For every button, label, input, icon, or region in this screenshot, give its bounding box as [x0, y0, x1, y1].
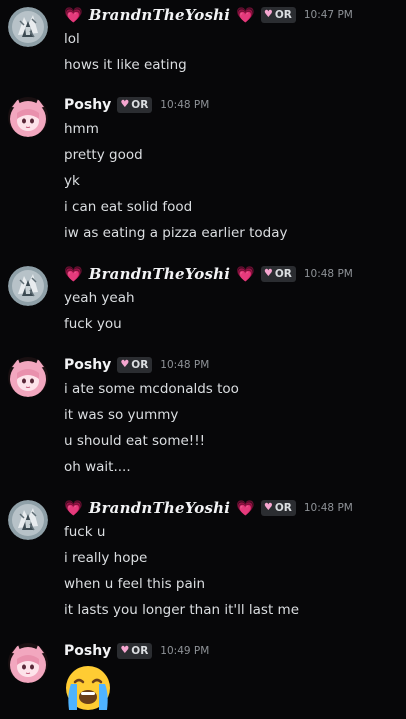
timestamp: 10:48 PM	[303, 268, 353, 280]
username[interactable]: BrandnTheYoshi	[89, 265, 230, 283]
avatar-brandnthyoshi[interactable]	[8, 266, 48, 306]
message-header: 💗 BrandnTheYoshi 💗 ♥ OR 10:48 PM	[64, 498, 353, 518]
message-header: 💗 BrandnTheYoshi 💗 ♥ OR 10:48 PM	[64, 264, 353, 284]
message-text: pretty good	[64, 147, 143, 163]
server-tag-label: OR	[274, 9, 292, 21]
avatar-poshy[interactable]	[8, 97, 48, 137]
message-text: yk	[64, 173, 80, 189]
avatar-poshy[interactable]	[8, 643, 48, 683]
message-text: it was so yummy	[64, 407, 179, 423]
message-text: lol	[64, 31, 80, 47]
message-text: it lasts you longer than it'll last me	[64, 602, 300, 618]
message-text: oh wait....	[64, 459, 131, 475]
username[interactable]: Poshy	[64, 97, 111, 113]
heart-tag-icon: ♥	[120, 645, 130, 656]
message-header: Poshy ♥ OR 10:48 PM	[64, 355, 209, 375]
heart-tag-icon: ♥	[263, 502, 273, 513]
growing-heart-icon: 💗	[236, 264, 255, 283]
timestamp: 10:49 PM	[160, 645, 210, 657]
message-text: when u feel this pain	[64, 576, 206, 592]
growing-heart-icon: 💗	[64, 498, 83, 517]
message-text: i can eat solid food	[64, 199, 193, 215]
message-text: iw as eating a pizza earlier today	[64, 225, 288, 241]
message-text: hmm	[64, 121, 99, 137]
server-tag-label: OR	[131, 99, 149, 111]
growing-heart-icon: 💗	[236, 5, 255, 24]
message-text: i really hope	[64, 550, 148, 566]
server-tag-label: OR	[131, 359, 149, 371]
message-text: fuck you	[64, 316, 122, 332]
avatar-poshy[interactable]	[8, 357, 48, 397]
message-text: hows it like eating	[64, 57, 187, 73]
message-header: 💗 BrandnTheYoshi 💗 ♥ OR 10:47 PM	[64, 5, 353, 25]
timestamp: 10:48 PM	[160, 99, 210, 111]
server-tag[interactable]: ♥ OR	[260, 500, 296, 516]
server-tag[interactable]: ♥ OR	[260, 266, 296, 282]
message-header: Poshy ♥ OR 10:48 PM	[64, 95, 209, 115]
username[interactable]: BrandnTheYoshi	[89, 499, 230, 517]
username[interactable]: BrandnTheYoshi	[89, 6, 230, 24]
timestamp: 10:48 PM	[303, 502, 353, 514]
timestamp: 10:47 PM	[303, 9, 353, 21]
server-tag-label: OR	[131, 645, 149, 657]
heart-tag-icon: ♥	[120, 359, 130, 370]
server-tag-label: OR	[274, 268, 292, 280]
message-text: yeah yeah	[64, 290, 135, 306]
heart-tag-icon: ♥	[263, 9, 273, 20]
server-tag[interactable]: ♥ OR	[260, 7, 296, 23]
message-header: Poshy ♥ OR 10:49 PM	[64, 641, 209, 661]
growing-heart-icon: 💗	[64, 264, 83, 283]
avatar-brandnthyoshi[interactable]	[8, 500, 48, 540]
message-text: u should eat some!!!	[64, 433, 206, 449]
message-text: fuck u	[64, 524, 106, 540]
avatar-brandnthyoshi[interactable]	[8, 7, 48, 47]
growing-heart-icon: 💗	[236, 498, 255, 517]
server-tag[interactable]: ♥ OR	[117, 357, 153, 373]
server-tag[interactable]: ♥ OR	[117, 97, 153, 113]
server-tag-label: OR	[274, 502, 292, 514]
growing-heart-icon: 💗	[64, 5, 83, 24]
loudly-crying-face-icon	[63, 664, 113, 714]
server-tag[interactable]: ♥ OR	[117, 643, 153, 659]
message-text: i ate some mcdonalds too	[64, 381, 239, 397]
username[interactable]: Poshy	[64, 643, 111, 659]
timestamp: 10:48 PM	[160, 359, 210, 371]
heart-tag-icon: ♥	[263, 268, 273, 279]
username[interactable]: Poshy	[64, 357, 111, 373]
heart-tag-icon: ♥	[120, 99, 130, 110]
